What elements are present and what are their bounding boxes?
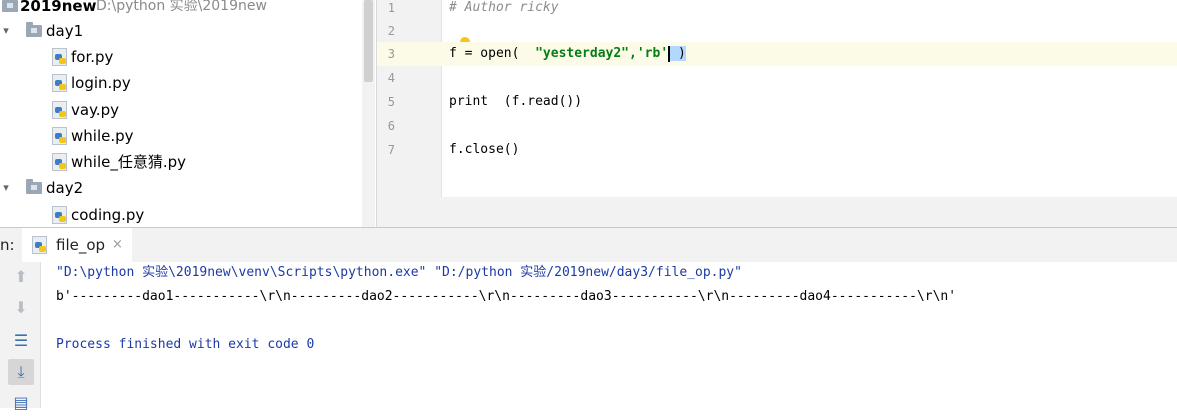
code-line[interactable]: 2 xyxy=(377,19,1177,51)
code-line[interactable]: 6 xyxy=(377,114,1177,138)
print-icon[interactable]: ▤ xyxy=(8,390,34,416)
folder-icon xyxy=(26,179,42,194)
code-editor[interactable]: 1 # Author ricky 2 3 f = open( "yesterda… xyxy=(376,0,1177,197)
arrow-down-icon[interactable]: ⬇ xyxy=(8,295,34,321)
tree-file-label: vay.py xyxy=(71,101,119,119)
tree-file-label: while.py xyxy=(71,127,134,145)
project-tree-scrollbar[interactable] xyxy=(362,0,375,227)
soft-wrap-icon[interactable]: ☰ xyxy=(8,328,34,354)
console-line-command: "D:\python 实验\2019new\venv\Scripts\pytho… xyxy=(56,265,742,280)
scroll-to-end-icon[interactable]: ⤓ xyxy=(8,359,34,385)
line-number: 6 xyxy=(387,119,395,133)
code-line[interactable]: 7 f.close() xyxy=(377,138,1177,162)
editor-footer xyxy=(376,197,1177,227)
project-root-path: D:\python 实验\2019new xyxy=(96,0,267,14)
project-tree-panel: 2019new D:\python 实验\2019new ▾ day1 for.… xyxy=(0,0,362,227)
line-number: 1 xyxy=(387,1,395,15)
close-icon[interactable]: × xyxy=(112,237,123,252)
project-root-name: 2019new xyxy=(20,0,97,15)
chevron-down-icon[interactable]: ▾ xyxy=(0,18,12,44)
line-number: 5 xyxy=(387,95,395,109)
arrow-up-icon[interactable]: ⬆ xyxy=(8,264,34,290)
run-tab-label: file_op xyxy=(56,236,106,254)
tree-file-label: while_任意猜.py xyxy=(71,153,187,171)
line-number: 2 xyxy=(387,24,395,38)
python-file-icon xyxy=(52,48,68,66)
run-tool-title: n: xyxy=(0,236,15,254)
python-file-icon xyxy=(52,153,68,171)
tree-file-label: for.py xyxy=(71,48,114,66)
code-text: f.close() xyxy=(449,142,520,157)
tree-folder-label: day1 xyxy=(46,22,84,40)
code-line[interactable]: 5 print (f.read()) xyxy=(377,90,1177,114)
scrollbar-thumb[interactable] xyxy=(364,0,373,82)
run-toolbar: ⬆ ⬇ ☰ ⤓ ▤ xyxy=(0,262,41,412)
console-line-exit: Process finished with exit code 0 xyxy=(56,337,315,352)
code-text: # Author ricky xyxy=(449,0,559,15)
python-file-icon xyxy=(52,206,68,224)
code-token: ) xyxy=(670,46,686,61)
code-line[interactable]: 1 # Author ricky xyxy=(377,0,1177,20)
python-file-icon xyxy=(52,101,68,119)
chevron-down-icon[interactable]: ▾ xyxy=(0,175,12,201)
python-file-icon xyxy=(32,236,48,254)
code-line-current[interactable]: 3 f = open( "yesterday2",'rb' ) xyxy=(377,42,1177,66)
run-tab-file-op[interactable]: file_op × xyxy=(22,228,132,262)
run-console[interactable]: "D:\python 实验\2019new\venv\Scripts\pytho… xyxy=(41,262,1177,408)
folder-icon xyxy=(26,22,42,37)
folder-icon xyxy=(2,0,18,12)
tree-folder-label: day2 xyxy=(46,179,84,197)
code-text: f = open( "yesterday2",'rb' ) xyxy=(449,42,686,66)
code-text: print (f.read()) xyxy=(449,94,583,109)
code-token: f = open( xyxy=(449,46,536,61)
console-line-output: b'---------dao1-----------\r\n---------d… xyxy=(56,289,957,304)
line-number: 7 xyxy=(387,143,395,157)
code-string: "yesterday2",'rb' xyxy=(535,46,669,61)
code-line[interactable]: 4 xyxy=(377,66,1177,90)
python-file-icon xyxy=(52,74,68,92)
line-number: 4 xyxy=(387,71,395,85)
line-number: 3 xyxy=(387,47,395,61)
run-tool-header: n: file_op × xyxy=(0,227,1177,263)
tree-file-label: coding.py xyxy=(71,206,145,224)
tree-file-label: login.py xyxy=(71,74,131,92)
python-file-icon xyxy=(52,127,68,145)
